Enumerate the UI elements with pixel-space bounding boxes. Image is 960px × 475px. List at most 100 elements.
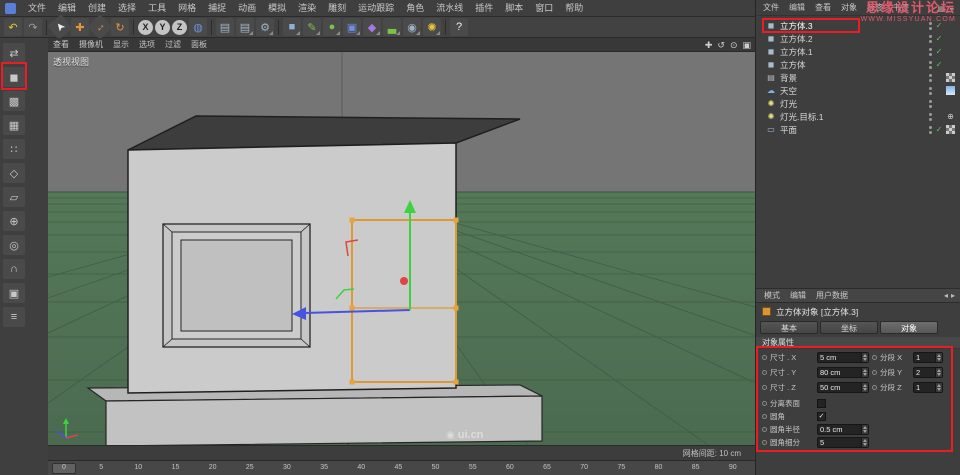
scale-tool-icon[interactable]: ↔ — [87, 14, 113, 40]
texture-tag-icon[interactable]: ⊕ — [946, 112, 955, 121]
layers-icon[interactable]: ≡ — [3, 307, 25, 327]
timeline-tick[interactable]: 0 — [56, 461, 72, 475]
add-camera-icon[interactable]: ◉ — [403, 18, 421, 36]
keyframe-dot[interactable] — [762, 401, 767, 406]
segment-input[interactable]: 1 — [913, 382, 943, 393]
attr-back-icon[interactable]: ◂ — [944, 291, 948, 300]
add-spline-icon[interactable]: ✎ — [303, 18, 321, 36]
fillet-radius-input[interactable]: 0.5 cm — [817, 424, 869, 435]
menu-item[interactable]: 雕刻 — [322, 0, 352, 17]
segment-input[interactable]: 1 — [913, 352, 943, 363]
workplane-lock-icon[interactable]: ▣ — [3, 283, 25, 303]
undo-icon[interactable]: ↶ — [4, 18, 22, 36]
visibility-dots[interactable] — [929, 34, 932, 43]
enabled-check-icon[interactable]: ✓ — [935, 34, 943, 43]
visibility-dots[interactable] — [929, 47, 932, 56]
viewport-maximize-icon[interactable]: ▣ — [742, 38, 751, 52]
timeline-tick[interactable]: 10 — [130, 461, 146, 475]
keyframe-dot[interactable] — [762, 370, 767, 375]
axis-x-button[interactable]: X — [138, 19, 153, 35]
visibility-dots[interactable] — [929, 73, 932, 82]
keyframe-dot[interactable] — [872, 370, 877, 375]
attribute-mode-item[interactable]: 用户数据 — [811, 288, 853, 303]
move-tool-icon[interactable]: ✚ — [71, 18, 89, 36]
object-name[interactable]: 立方体.1 — [780, 46, 813, 58]
size-input[interactable]: 50 cm — [817, 382, 869, 393]
object-row[interactable]: ◼ 立方体.1 ✓ — [756, 45, 960, 58]
stepper[interactable] — [861, 438, 868, 447]
menu-item[interactable]: 插件 — [469, 0, 499, 17]
workplane-mode-icon[interactable]: ▦ — [3, 115, 25, 135]
om-menu-item[interactable]: 查看 — [810, 0, 836, 16]
visibility-dots[interactable] — [929, 125, 932, 134]
stepper[interactable] — [861, 425, 868, 434]
window-inset[interactable] — [162, 223, 311, 348]
enable-axis-icon[interactable]: ⊕ — [3, 211, 25, 231]
menu-item[interactable]: 捕捉 — [202, 0, 232, 17]
stepper[interactable] — [861, 383, 868, 392]
object-name[interactable]: 灯光.目标.1 — [780, 111, 823, 123]
render-view-icon[interactable]: ▤ — [216, 18, 234, 36]
timeline-tick[interactable]: 70 — [576, 461, 592, 475]
attribute-tab[interactable]: 坐标 — [820, 321, 878, 334]
timeline-tick[interactable]: 85 — [688, 461, 704, 475]
viewport-menu-item[interactable]: 查看 — [48, 38, 74, 52]
visibility-dots[interactable] — [929, 112, 932, 121]
animation-timeline[interactable]: 0 5 10 15 20 25 30 35 40 45 50 55 60 65 … — [48, 460, 755, 475]
stepper[interactable] — [935, 368, 942, 377]
attribute-mode-item[interactable]: 编辑 — [785, 288, 811, 303]
help-icon[interactable]: ? — [450, 18, 468, 36]
polygons-mode-icon[interactable]: ▱ — [3, 187, 25, 207]
menu-item[interactable]: 流水线 — [430, 0, 469, 17]
timeline-tick[interactable]: 25 — [242, 461, 258, 475]
viewport-zoom-icon[interactable]: ⊙ — [730, 38, 738, 52]
timeline-tick[interactable]: 20 — [205, 461, 221, 475]
om-menu-item[interactable]: 对象 — [836, 0, 862, 16]
menu-item[interactable]: 选择 — [112, 0, 142, 17]
timeline-tick[interactable]: 50 — [428, 461, 444, 475]
timeline-ruler[interactable]: 0 5 10 15 20 25 30 35 40 45 50 55 60 65 … — [56, 461, 741, 475]
add-floor-icon[interactable]: ▃ — [383, 18, 401, 36]
timeline-tick[interactable]: 75 — [613, 461, 629, 475]
snap-icon[interactable]: ∩ — [3, 259, 25, 279]
add-subdivision-icon[interactable]: ● — [323, 18, 341, 36]
render-picture-viewer-icon[interactable]: ▤ — [236, 18, 254, 36]
object-name[interactable]: 灯光 — [780, 98, 797, 110]
timeline-tick[interactable]: 15 — [167, 461, 183, 475]
object-row[interactable]: ◼ 立方体.2 ✓ — [756, 32, 960, 45]
timeline-tick[interactable]: 80 — [651, 461, 667, 475]
keyframe-dot[interactable] — [872, 355, 877, 360]
object-name[interactable]: 平面 — [780, 124, 797, 136]
keyframe-dot[interactable] — [762, 440, 767, 445]
om-menu-item[interactable]: 文件 — [758, 0, 784, 16]
scene-canvas[interactable] — [48, 52, 755, 445]
timeline-tick[interactable]: 90 — [725, 461, 741, 475]
timeline-tick[interactable]: 35 — [316, 461, 332, 475]
render-settings-icon[interactable]: ⚙ — [256, 18, 274, 36]
keyframe-dot[interactable] — [872, 385, 877, 390]
edges-mode-icon[interactable]: ◇ — [3, 163, 25, 183]
object-row[interactable]: ▤ 背景 — [756, 71, 960, 84]
viewport-menu-item[interactable]: 摄像机 — [74, 38, 108, 52]
attribute-mode-item[interactable]: 模式 — [759, 288, 785, 303]
menu-item[interactable]: 文件 — [22, 0, 52, 17]
viewport-menu-item[interactable]: 过滤 — [160, 38, 186, 52]
visibility-dots[interactable] — [929, 86, 932, 95]
menu-item[interactable]: 编辑 — [52, 0, 82, 17]
stepper[interactable] — [935, 353, 942, 362]
stepper[interactable] — [861, 368, 868, 377]
stepper[interactable] — [935, 383, 942, 392]
keyframe-dot[interactable] — [762, 385, 767, 390]
axis-z-button[interactable]: Z — [172, 19, 187, 35]
redo-icon[interactable]: ↷ — [24, 18, 42, 36]
texture-tag-icon[interactable] — [946, 99, 955, 108]
keyframe-dot[interactable] — [762, 427, 767, 432]
viewport-pan-icon[interactable]: ✚ — [705, 38, 713, 52]
viewport-menu-item[interactable]: 显示 — [108, 38, 134, 52]
viewport-menu-item[interactable]: 面板 — [186, 38, 212, 52]
texture-tag-icon[interactable] — [946, 34, 955, 43]
timeline-tick[interactable]: 30 — [279, 461, 295, 475]
add-deformer-icon[interactable]: ◆ — [363, 18, 381, 36]
menu-item[interactable]: 角色 — [400, 0, 430, 17]
menu-item[interactable]: 帮助 — [559, 0, 589, 17]
